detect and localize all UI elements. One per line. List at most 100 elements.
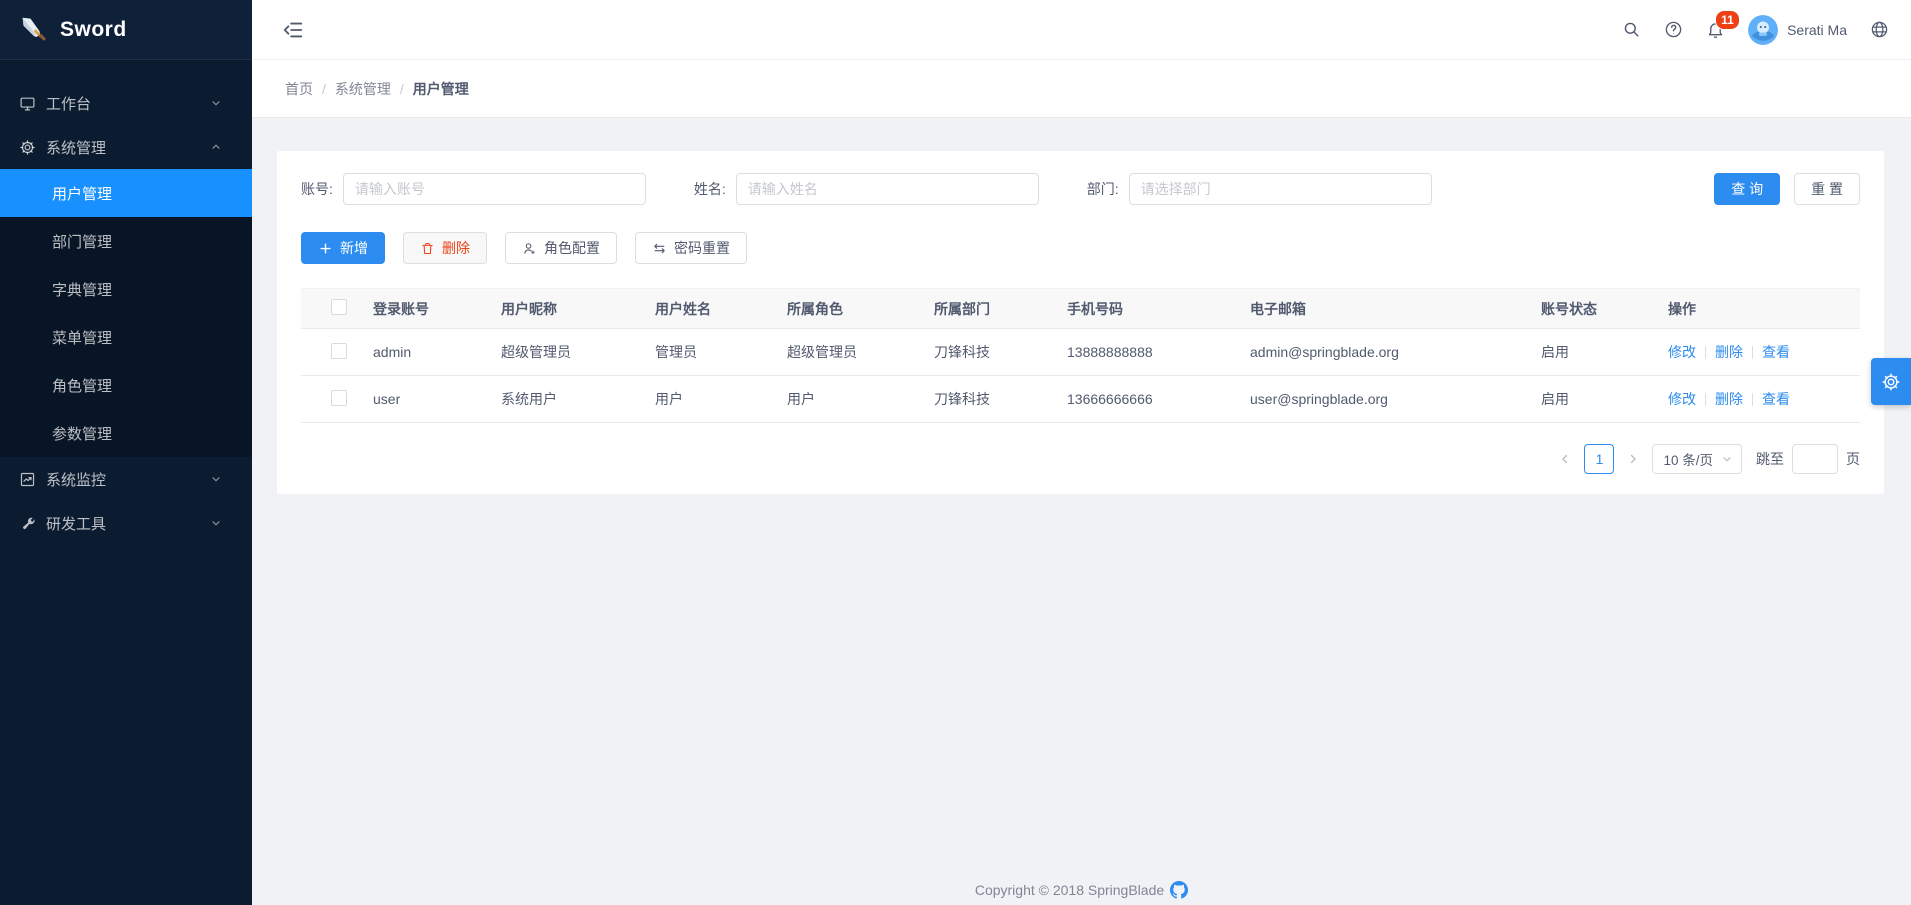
header-checkbox-cell (301, 289, 373, 329)
settings-gear-button[interactable] (1871, 358, 1911, 405)
app-root: Sword 工作台系统管理用户管理部门管理字典管理菜单管理角色管理参数管理系统监… (0, 0, 1911, 905)
cell-department: 刀锋科技 (934, 329, 1067, 376)
column-header: 所属角色 (787, 289, 934, 329)
sidebar-item-workbench[interactable]: 工作台 (0, 81, 252, 125)
page-unit-label: 页 (1846, 449, 1860, 469)
content: 账号: 姓名: 部门: 查 询 重 置 新增 删除 (252, 118, 1911, 905)
row-action-edit[interactable]: 修改 (1668, 344, 1696, 360)
reset-button[interactable]: 重 置 (1794, 173, 1860, 205)
user-menu[interactable]: Serati Ma (1748, 15, 1847, 45)
row-action-delete[interactable]: 删除 (1715, 344, 1743, 360)
row-action-view[interactable]: 查看 (1762, 344, 1790, 360)
column-header: 用户昵称 (501, 289, 655, 329)
page-number-button[interactable]: 1 (1584, 444, 1614, 474)
gear-icon (19, 139, 36, 156)
sidebar-item-label: 工作台 (46, 93, 91, 114)
monitor-icon (19, 95, 36, 112)
app-logo[interactable]: Sword (0, 0, 252, 60)
sidebar-item-devtools[interactable]: 研发工具 (0, 501, 252, 545)
help-icon[interactable] (1664, 20, 1683, 39)
notifications-button[interactable]: 11 (1706, 20, 1725, 39)
action-separator (1752, 346, 1753, 359)
sidebar-item-system[interactable]: 系统管理 (0, 125, 252, 169)
cell-role: 超级管理员 (787, 329, 934, 376)
cell-phone: 13888888888 (1067, 329, 1250, 376)
sidebar-item-departments[interactable]: 部门管理 (0, 217, 252, 265)
filter-actions: 查 询 重 置 (1714, 173, 1860, 205)
cell-email: admin@springblade.org (1250, 329, 1541, 376)
search-button[interactable]: 查 询 (1714, 173, 1780, 205)
sidebar-item-params[interactable]: 参数管理 (0, 409, 252, 457)
topbar: 11 Serati Ma (252, 0, 1911, 60)
user-management-card: 账号: 姓名: 部门: 查 询 重 置 新增 删除 (277, 151, 1884, 494)
row-checkbox[interactable] (331, 390, 347, 406)
user-name: Serati Ma (1787, 22, 1847, 38)
chevron-down-icon (1721, 453, 1733, 465)
cell-department: 刀锋科技 (934, 376, 1067, 423)
filter-label-name: 姓名: (694, 179, 726, 199)
page-jump: 跳至 页 (1756, 444, 1860, 474)
menu-fold-icon[interactable] (282, 19, 304, 41)
breadcrumb-separator: / (400, 81, 404, 97)
cell-status: 启用 (1541, 329, 1668, 376)
cell-actions: 修改 删除 查看 (1668, 376, 1860, 423)
page-size-select[interactable]: 10 条/页 (1652, 444, 1742, 474)
prev-page-icon[interactable] (1554, 444, 1576, 474)
github-icon[interactable] (1170, 881, 1188, 899)
breadcrumb: 首页/系统管理/用户管理 (285, 79, 469, 99)
column-header: 登录账号 (373, 289, 501, 329)
filter-group-account: 账号: (301, 173, 646, 205)
avatar (1748, 15, 1778, 45)
jump-page-input[interactable] (1792, 444, 1838, 474)
cell-nickname: 超级管理员 (501, 329, 655, 376)
department-input[interactable] (1129, 173, 1432, 205)
cell-status: 启用 (1541, 376, 1668, 423)
add-button[interactable]: 新增 (301, 232, 385, 264)
filter-group-department: 部门: (1087, 173, 1432, 205)
filter-label-account: 账号: (301, 179, 333, 199)
select-all-checkbox[interactable] (331, 299, 347, 315)
footer: Copyright © 2018 SpringBlade (252, 881, 1911, 899)
language-globe-icon[interactable] (1870, 20, 1889, 39)
column-header: 操作 (1668, 289, 1860, 329)
notification-badge: 11 (1715, 10, 1740, 30)
row-checkbox[interactable] (331, 343, 347, 359)
cell-account: user (373, 376, 501, 423)
chevron-down-icon (210, 97, 222, 109)
sidebar-item-users[interactable]: 用户管理 (0, 169, 252, 217)
filter-group-name: 姓名: (694, 173, 1039, 205)
wrench-icon (19, 515, 36, 532)
chevron-down-icon (210, 473, 222, 485)
role-config-button[interactable]: 角色配置 (505, 232, 617, 264)
row-action-edit[interactable]: 修改 (1668, 391, 1696, 407)
column-header: 电子邮箱 (1250, 289, 1541, 329)
password-reset-button[interactable]: 密码重置 (635, 232, 747, 264)
sidebar-item-menus[interactable]: 菜单管理 (0, 313, 252, 361)
search-icon[interactable] (1622, 20, 1641, 39)
chevron-down-icon (210, 517, 222, 529)
delete-button[interactable]: 删除 (403, 232, 487, 264)
swap-icon (652, 241, 667, 256)
breadcrumb-item[interactable]: 系统管理 (335, 79, 391, 99)
action-separator (1752, 393, 1753, 406)
table-row: user系统用户用户用户刀锋科技13666666666user@springbl… (301, 376, 1860, 423)
next-page-icon[interactable] (1622, 444, 1644, 474)
table-row: admin超级管理员管理员超级管理员刀锋科技13888888888admin@s… (301, 329, 1860, 376)
row-checkbox-cell (301, 376, 373, 423)
sidebar-item-roles[interactable]: 角色管理 (0, 361, 252, 409)
sidebar-item-dictionary[interactable]: 字典管理 (0, 265, 252, 313)
row-action-delete[interactable]: 删除 (1715, 391, 1743, 407)
chart-icon (19, 471, 36, 488)
sidebar-item-monitor[interactable]: 系统监控 (0, 457, 252, 501)
breadcrumb-item[interactable]: 首页 (285, 79, 313, 99)
users-table: 登录账号用户昵称用户姓名所属角色所属部门手机号码电子邮箱账号状态操作 admin… (301, 288, 1860, 423)
row-checkbox-cell (301, 329, 373, 376)
main-area: 11 Serati Ma 首页/系统管理/用户管理 账号:姓名:部门: (252, 0, 1911, 905)
account-input[interactable] (343, 173, 646, 205)
plus-icon (318, 241, 333, 256)
topbar-actions: 11 Serati Ma (1622, 15, 1889, 45)
cell-account: admin (373, 329, 501, 376)
row-action-view[interactable]: 查看 (1762, 391, 1790, 407)
name-input[interactable] (736, 173, 1039, 205)
cell-username: 管理员 (655, 329, 787, 376)
